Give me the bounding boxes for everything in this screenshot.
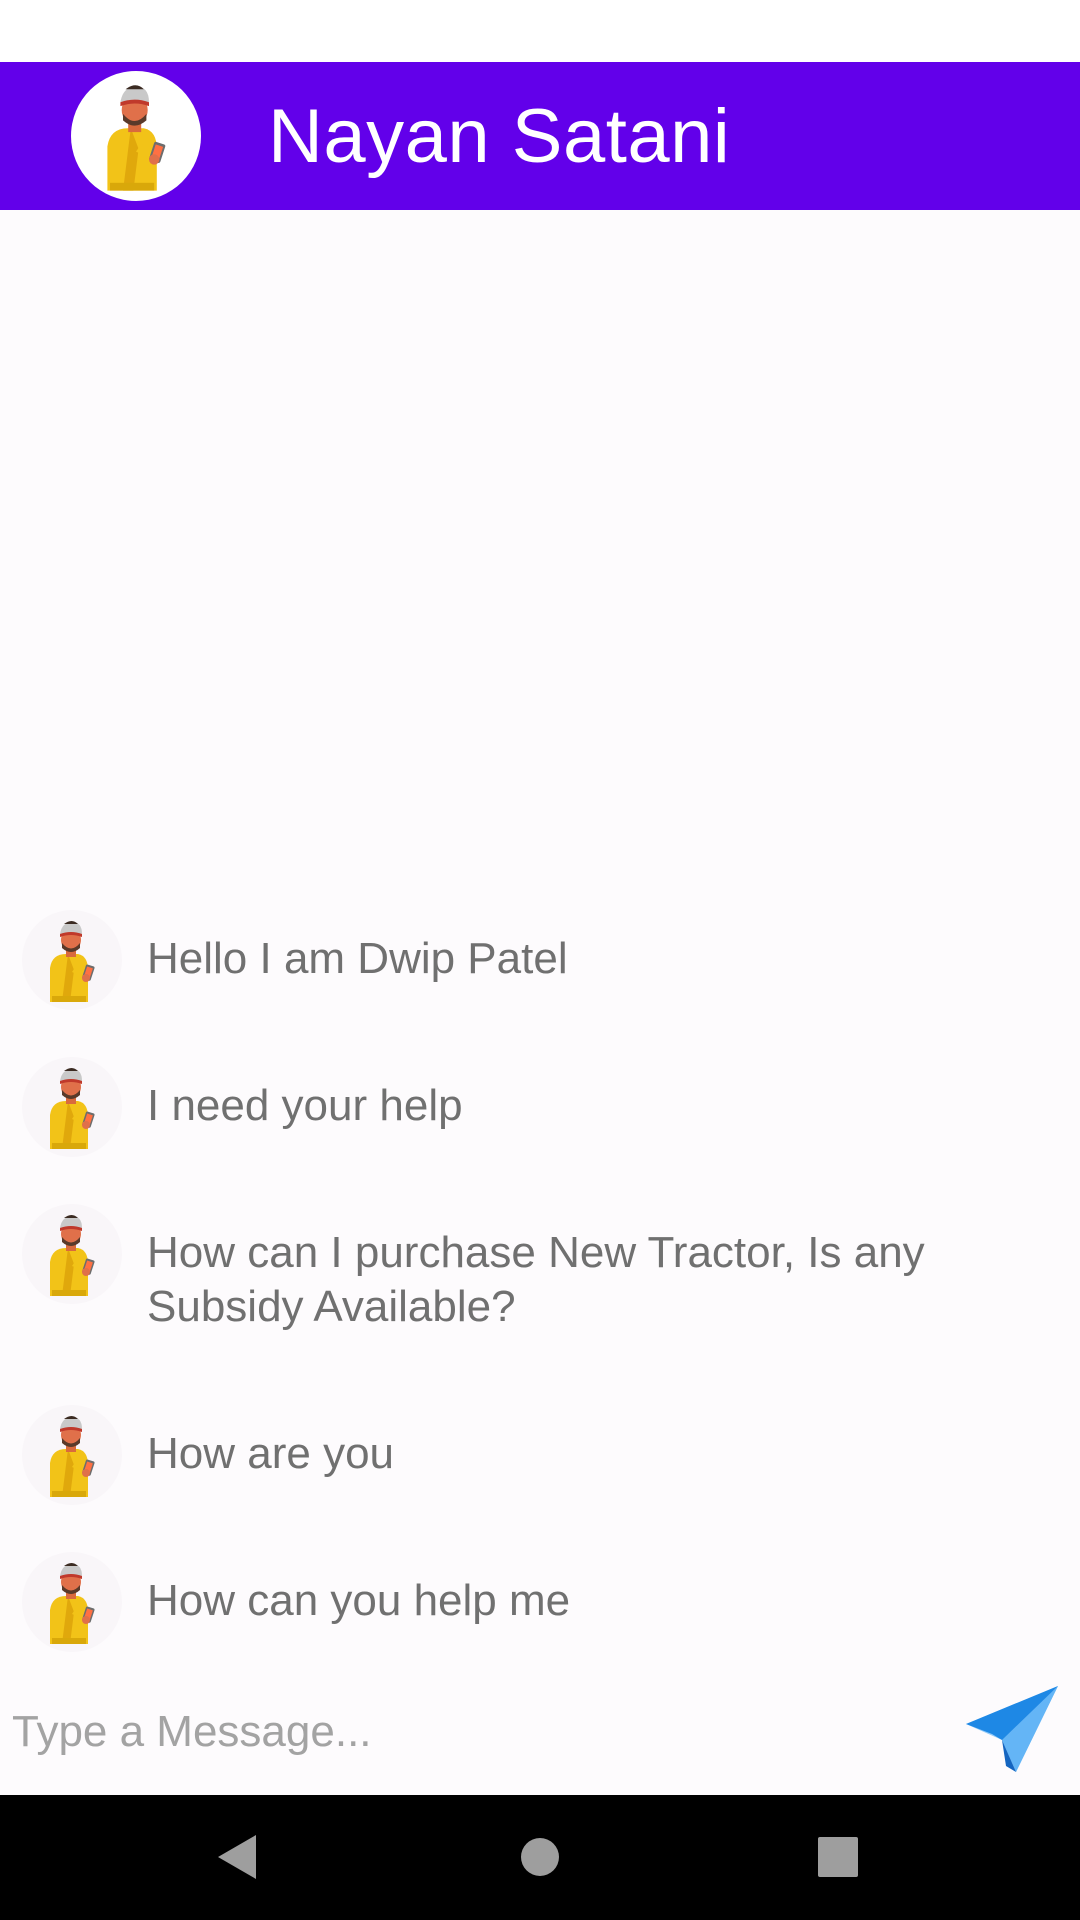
farmer-avatar-icon (22, 1204, 122, 1304)
message-list[interactable]: Hello I am Dwip Patel I need your help H… (0, 210, 1080, 1670)
chat-contact-name: Nayan Satani (268, 94, 731, 179)
farmer-avatar-icon (22, 910, 122, 1010)
farmer-avatar-icon (22, 1057, 122, 1157)
back-button[interactable] (198, 1817, 278, 1897)
message-text: How can you help me (147, 1576, 571, 1625)
send-button[interactable] (962, 1680, 1062, 1780)
message-composer (0, 1670, 1080, 1795)
message-text: Hello I am Dwip Patel (147, 934, 568, 983)
message-input[interactable] (12, 1692, 932, 1772)
system-navigation-bar (0, 1795, 1080, 1920)
app-toolbar: Nayan Satani (0, 62, 1080, 210)
triangle-back-icon (218, 1835, 256, 1879)
status-bar (0, 0, 1080, 62)
farmer-avatar-icon (22, 1552, 122, 1652)
message-text: How can I purchase New Tractor, Is any S… (147, 1228, 925, 1331)
square-recents-icon (818, 1837, 858, 1877)
circle-home-icon (521, 1838, 559, 1876)
farmer-avatar-icon (22, 1405, 122, 1505)
paper-plane-send-icon (966, 1686, 1058, 1772)
message-text: I need your help (147, 1081, 463, 1130)
recents-button[interactable] (798, 1817, 878, 1897)
home-button[interactable] (500, 1817, 580, 1897)
farmer-avatar-icon[interactable] (71, 71, 201, 201)
message-text: How are you (147, 1429, 395, 1478)
